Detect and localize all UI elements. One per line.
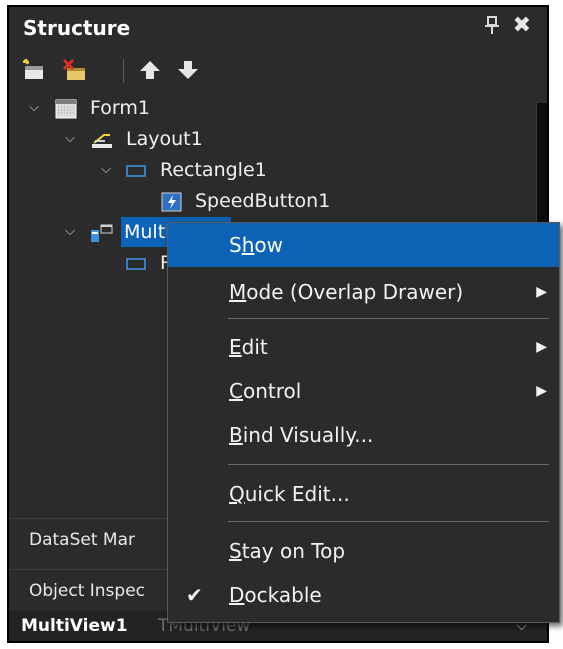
menu-item-show[interactable]: Show bbox=[168, 223, 559, 267]
tree-node-speedbutton1[interactable]: SpeedButton1 bbox=[9, 186, 409, 216]
pin-icon[interactable] bbox=[485, 15, 503, 35]
menu-separator bbox=[228, 521, 549, 522]
chevron-down-icon[interactable]: ⌵ bbox=[26, 93, 42, 123]
submenu-arrow-icon: ▶ bbox=[536, 383, 547, 399]
menu-item-mode[interactable]: Mode (Overlap Drawer) ▶ bbox=[168, 270, 559, 314]
toolbar-separator bbox=[123, 59, 124, 83]
close-icon[interactable]: ✖ bbox=[513, 13, 531, 38]
structure-toolbar bbox=[9, 51, 547, 89]
menu-item-label: Stay on Top bbox=[229, 539, 346, 563]
new-item-icon[interactable] bbox=[21, 57, 47, 83]
menu-item-label: Mode (Overlap Drawer) bbox=[229, 280, 464, 304]
rectangle-icon bbox=[125, 253, 147, 273]
tree-node-label: SpeedButton1 bbox=[195, 190, 331, 212]
move-down-icon[interactable] bbox=[175, 57, 201, 83]
menu-item-quick-edit[interactable]: Quick Edit... bbox=[168, 472, 559, 516]
chevron-down-icon[interactable]: ⌵ bbox=[98, 155, 114, 185]
menu-item-label: Quick Edit... bbox=[229, 482, 350, 506]
menu-item-control[interactable]: Control ▶ bbox=[168, 369, 559, 413]
chevron-down-icon[interactable]: ⌵ bbox=[62, 217, 78, 247]
speedbutton-icon bbox=[161, 191, 183, 212]
rectangle-icon bbox=[125, 160, 147, 180]
menu-item-stay-on-top[interactable]: Stay on Top bbox=[168, 529, 559, 573]
tree-node-label: Rectangle1 bbox=[160, 159, 267, 181]
tab-label: Object Inspec bbox=[29, 581, 146, 601]
chevron-down-icon[interactable]: ⌵ bbox=[62, 124, 78, 154]
panel-titlebar: Structure ✖ bbox=[9, 7, 547, 49]
menu-item-label: Show bbox=[229, 233, 283, 257]
delete-item-icon[interactable] bbox=[61, 57, 87, 83]
menu-item-edit[interactable]: Edit ▶ bbox=[168, 325, 559, 369]
submenu-arrow-icon: ▶ bbox=[536, 284, 547, 300]
tab-label: DataSet Mar bbox=[29, 530, 135, 550]
multiview-icon bbox=[90, 222, 113, 242]
tree-node-label: Form1 bbox=[90, 97, 150, 119]
menu-separator bbox=[228, 464, 549, 465]
form-icon bbox=[55, 98, 77, 119]
tree-node-rectangle1[interactable]: ⌵ Rectangle1 bbox=[9, 155, 409, 185]
menu-item-bind-visually[interactable]: Bind Visually... bbox=[168, 413, 559, 457]
menu-item-label: Control bbox=[229, 379, 302, 403]
tree-node-layout1[interactable]: ⌵ Layout1 bbox=[9, 124, 409, 154]
menu-item-label: Dockable bbox=[229, 583, 322, 607]
menu-item-label: Bind Visually... bbox=[229, 423, 374, 447]
panel-title: Structure bbox=[23, 16, 131, 40]
checkmark-icon: ✔ bbox=[186, 583, 203, 607]
tree-node-label: Layout1 bbox=[126, 128, 203, 150]
selected-component-name: MultiView1 bbox=[21, 616, 128, 636]
layout-icon bbox=[91, 129, 113, 149]
menu-separator bbox=[228, 318, 549, 319]
context-menu: Show Mode (Overlap Drawer) ▶ Edit ▶ Cont… bbox=[167, 222, 560, 623]
tree-node-form1[interactable]: ⌵ Form1 bbox=[9, 93, 409, 123]
submenu-arrow-icon: ▶ bbox=[536, 339, 547, 355]
menu-item-label: Edit bbox=[229, 335, 268, 359]
menu-item-dockable[interactable]: ✔ Dockable bbox=[168, 573, 559, 617]
move-up-icon[interactable] bbox=[137, 57, 163, 83]
